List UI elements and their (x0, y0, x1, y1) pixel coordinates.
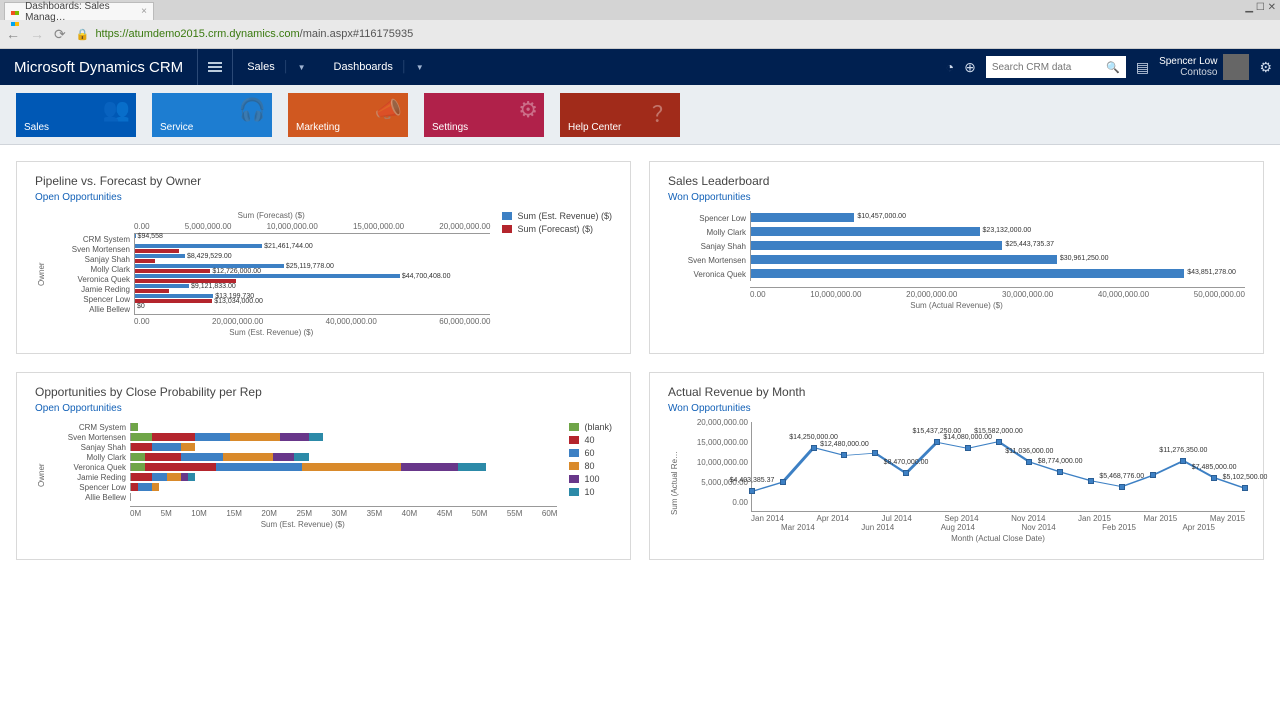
bar-group: CRM System$94,558Sven Mortensen$21,461,7… (52, 234, 490, 314)
tile-sales[interactable]: Sales👥 (16, 93, 136, 137)
back-button[interactable]: ← (6, 26, 20, 42)
y-ticks: 20,000,000.0015,000,000.0010,000,000.005… (682, 418, 748, 507)
card-title: Sales Leaderboard (668, 174, 1245, 188)
bar-group: Spencer Low$10,457,000.00Molly Clark$23,… (668, 211, 1245, 281)
url-host: https://atumdemo2015.crm.dynamics.com (95, 28, 299, 40)
x-ticks-bottom: Jan 2014Apr 2014Jul 2014Sep 2014Nov 2014… (751, 512, 1245, 523)
headset-icon: 🎧 (239, 97, 266, 123)
tile-settings[interactable]: Settings⚙ (424, 93, 544, 137)
user-menu[interactable]: Spencer Low Contoso (1159, 54, 1249, 80)
close-tab-icon[interactable]: × (141, 6, 147, 17)
card-leaderboard: Sales Leaderboard Won Opportunities Spen… (649, 161, 1264, 354)
tab-title: Dashboards: Sales Manag… (25, 1, 141, 23)
user-org: Contoso (1159, 67, 1217, 78)
legend: (blank) 40 60 80 100 10 (557, 422, 612, 529)
window-controls[interactable]: ▁ ☐ ✕ (1245, 2, 1276, 13)
search-icon[interactable]: 🔍 (1106, 61, 1120, 74)
global-search[interactable]: 🔍 (986, 56, 1126, 78)
line-plot: 20,000,000.0015,000,000.0010,000,000.005… (751, 422, 1245, 512)
card-link[interactable]: Won Opportunities (668, 192, 1245, 203)
recent-icon[interactable]: ◔ (946, 59, 954, 75)
new-record-icon[interactable]: ⊕ (964, 59, 976, 76)
reload-button[interactable]: ⟳ (54, 26, 66, 43)
x-axis-label: Month (Actual Close Date) (751, 534, 1245, 543)
card-title: Pipeline vs. Forecast by Owner (35, 174, 612, 188)
browser-tab[interactable]: Dashboards: Sales Manag… × (4, 2, 154, 20)
crm-top-nav: Microsoft Dynamics CRM Sales│▼ Dashboard… (0, 49, 1280, 85)
chevron-down-icon: ▼ (416, 63, 424, 72)
y-axis-label: Owner (35, 211, 48, 337)
breadcrumb-dashboards[interactable]: Dashboards│▼ (320, 61, 438, 73)
card-link[interactable]: Open Opportunities (35, 403, 612, 414)
gear-icon[interactable]: ⚙ (1259, 59, 1272, 76)
tile-marketing[interactable]: Marketing📣 (288, 93, 408, 137)
url-path: /main.aspx#116175935 (300, 28, 414, 40)
forward-button[interactable]: → (30, 26, 44, 42)
card-pipeline: Pipeline vs. Forecast by Owner Open Oppo… (16, 161, 631, 354)
favicon (11, 7, 20, 17)
x-ticks-bottom: 0.0020,000,000.0040,000,000.0060,000,000… (134, 314, 490, 326)
card-title: Opportunities by Close Probability per R… (35, 385, 612, 399)
divider: │ (283, 61, 290, 73)
breadcrumb-sales[interactable]: Sales│▼ (233, 61, 319, 73)
x-axis-label: Sum (Est. Revenue) ($) (48, 520, 557, 529)
tile-help[interactable]: Help Center？ (560, 93, 680, 137)
x-ticks-top: Mar 2014Jun 2014Aug 2014Nov 2014Feb 2015… (751, 523, 1245, 532)
address-bar[interactable]: 🔒 https://atumdemo2015.crm.dynamics.com/… (76, 28, 436, 41)
gear-icon: ⚙ (518, 97, 538, 123)
area-tiles: Sales👥 Service🎧 Marketing📣 Settings⚙ Hel… (0, 85, 1280, 145)
product-title: Microsoft Dynamics CRM (0, 59, 197, 76)
x-ticks: 0M5M10M15M20M25M30M35M40M45M50M55M60M (130, 506, 557, 518)
chevron-down-icon: ▼ (298, 63, 306, 72)
x-axis-label: Sum (Actual Revenue) ($) (668, 301, 1245, 310)
search-input[interactable] (992, 62, 1106, 73)
card-link[interactable]: Won Opportunities (668, 403, 1245, 414)
megaphone-icon: 📣 (375, 97, 402, 123)
x2-axis-label: Sum (Forecast) ($) (52, 211, 490, 220)
browser-chrome: ▁ ☐ ✕ Dashboards: Sales Manag… × ← → ⟳ 🔒… (0, 0, 1280, 49)
card-title: Actual Revenue by Month (668, 385, 1245, 399)
tile-service[interactable]: Service🎧 (152, 93, 272, 137)
x-ticks-top: 0.005,000,000.0010,000,000.0015,000,000.… (134, 222, 490, 234)
question-icon: ？ (652, 97, 674, 129)
y-axis-label: Owner (35, 422, 48, 529)
bar-group: CRM SystemSven MortensenSanjay ShahMolly… (48, 422, 557, 502)
user-name: Spencer Low (1159, 56, 1217, 67)
y-axis-label: Sum (Actual Re… (668, 422, 681, 543)
advanced-find-icon[interactable]: ▤ (1136, 59, 1149, 76)
x-ticks: 0.0010,000,000.0020,000,000.0030,000,000… (750, 287, 1245, 299)
sitemap-button[interactable] (197, 49, 233, 85)
card-revenue: Actual Revenue by Month Won Opportunitie… (649, 372, 1264, 560)
divider: │ (401, 61, 408, 73)
avatar (1223, 54, 1249, 80)
x-axis-label: Sum (Est. Revenue) ($) (52, 328, 490, 337)
legend: Sum (Est. Revenue) ($) Sum (Forecast) ($… (490, 211, 612, 337)
people-icon: 👥 (103, 97, 130, 123)
card-link[interactable]: Open Opportunities (35, 192, 612, 203)
lock-icon: 🔒 (76, 28, 90, 41)
card-probability: Opportunities by Close Probability per R… (16, 372, 631, 560)
